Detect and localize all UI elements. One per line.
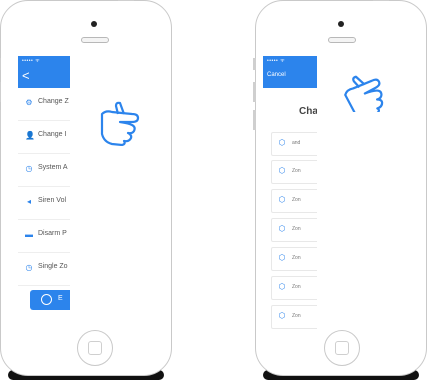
zone-label: and xyxy=(292,140,301,146)
speaker-grille xyxy=(328,37,356,43)
pointing-hand-icon xyxy=(100,101,140,146)
side-button xyxy=(253,110,256,130)
nav-bar: ••••• ᯤ < xyxy=(18,56,74,88)
zone-label: Zon xyxy=(292,197,301,203)
side-button xyxy=(253,82,256,102)
menu-item-label: Change I xyxy=(38,131,67,138)
side-button xyxy=(0,58,1,70)
right-phone: ••••• ᯤ Cancel Cha ⬡ and ⬡ Zon ⬡ Zon ⬡ Z… xyxy=(253,0,427,380)
app-screen: ••••• ᯤ < ⚙ Change Z 👤 Change I ◷ System… xyxy=(18,56,74,332)
zone-label: Zon xyxy=(292,313,301,319)
shield-icon: ⬡ xyxy=(278,282,286,291)
shield-icon: ⬡ xyxy=(278,195,286,204)
power-button xyxy=(373,0,389,1)
status-bar: ••••• ᯤ xyxy=(267,58,286,64)
home-button-square xyxy=(88,341,102,355)
status-bar: ••••• ᯤ xyxy=(22,58,41,64)
action-button[interactable]: E xyxy=(30,290,74,310)
menu-item-label: System A xyxy=(38,164,68,171)
unlock-icon: ▬ xyxy=(25,230,33,239)
back-button[interactable]: < xyxy=(22,68,30,83)
person-icon: 👤 xyxy=(25,131,35,140)
menu-item-siren-volume[interactable]: ◂ Siren Vol xyxy=(18,187,74,220)
shield-icon: ⬡ xyxy=(278,166,286,175)
home-button xyxy=(324,330,360,366)
side-button xyxy=(253,58,256,70)
menu-item-label: Disarm P xyxy=(38,230,67,237)
zone-label: Zon xyxy=(292,255,301,261)
zone-label: Zon xyxy=(292,284,301,290)
shield-icon: ⬡ xyxy=(278,253,286,262)
menu-item-disarm[interactable]: ▬ Disarm P xyxy=(18,220,74,253)
shield-icon: ⬡ xyxy=(278,138,286,147)
pointing-hand-icon xyxy=(344,75,384,112)
power-button xyxy=(118,0,134,1)
front-camera xyxy=(338,21,344,27)
menu-item-label: Change Z xyxy=(38,98,69,105)
gear-icon: ⚙ xyxy=(25,98,33,107)
menu-item-single-zone[interactable]: ◷ Single Zo xyxy=(18,253,74,286)
home-button xyxy=(77,330,113,366)
menu-item-change-zone[interactable]: ⚙ Change Z xyxy=(18,88,74,121)
action-button-label: E xyxy=(58,295,63,302)
clock-icon: ◷ xyxy=(25,263,33,272)
side-button xyxy=(0,82,1,102)
shield-icon: ⬡ xyxy=(278,311,286,320)
zone-label: Zon xyxy=(292,226,301,232)
shield-icon: ⬡ xyxy=(278,224,286,233)
menu-item-label: Siren Vol xyxy=(38,197,67,204)
zone-label: Zon xyxy=(292,168,301,174)
power-icon xyxy=(41,294,52,305)
home-button-square xyxy=(335,341,349,355)
speaker-grille xyxy=(81,37,109,43)
clock-icon: ◷ xyxy=(25,164,33,173)
side-button xyxy=(0,110,1,130)
menu-item-system[interactable]: ◷ System A xyxy=(18,154,74,187)
page-title: Cha xyxy=(299,106,318,117)
front-camera xyxy=(91,21,97,27)
left-phone: ••••• ᯤ < ⚙ Change Z 👤 Change I ◷ System… xyxy=(0,0,172,380)
menu-item-label: Single Zo xyxy=(38,263,68,270)
menu-item-change-user[interactable]: 👤 Change I xyxy=(18,121,74,154)
cancel-button[interactable]: Cancel xyxy=(267,72,286,78)
speaker-icon: ◂ xyxy=(26,197,31,206)
